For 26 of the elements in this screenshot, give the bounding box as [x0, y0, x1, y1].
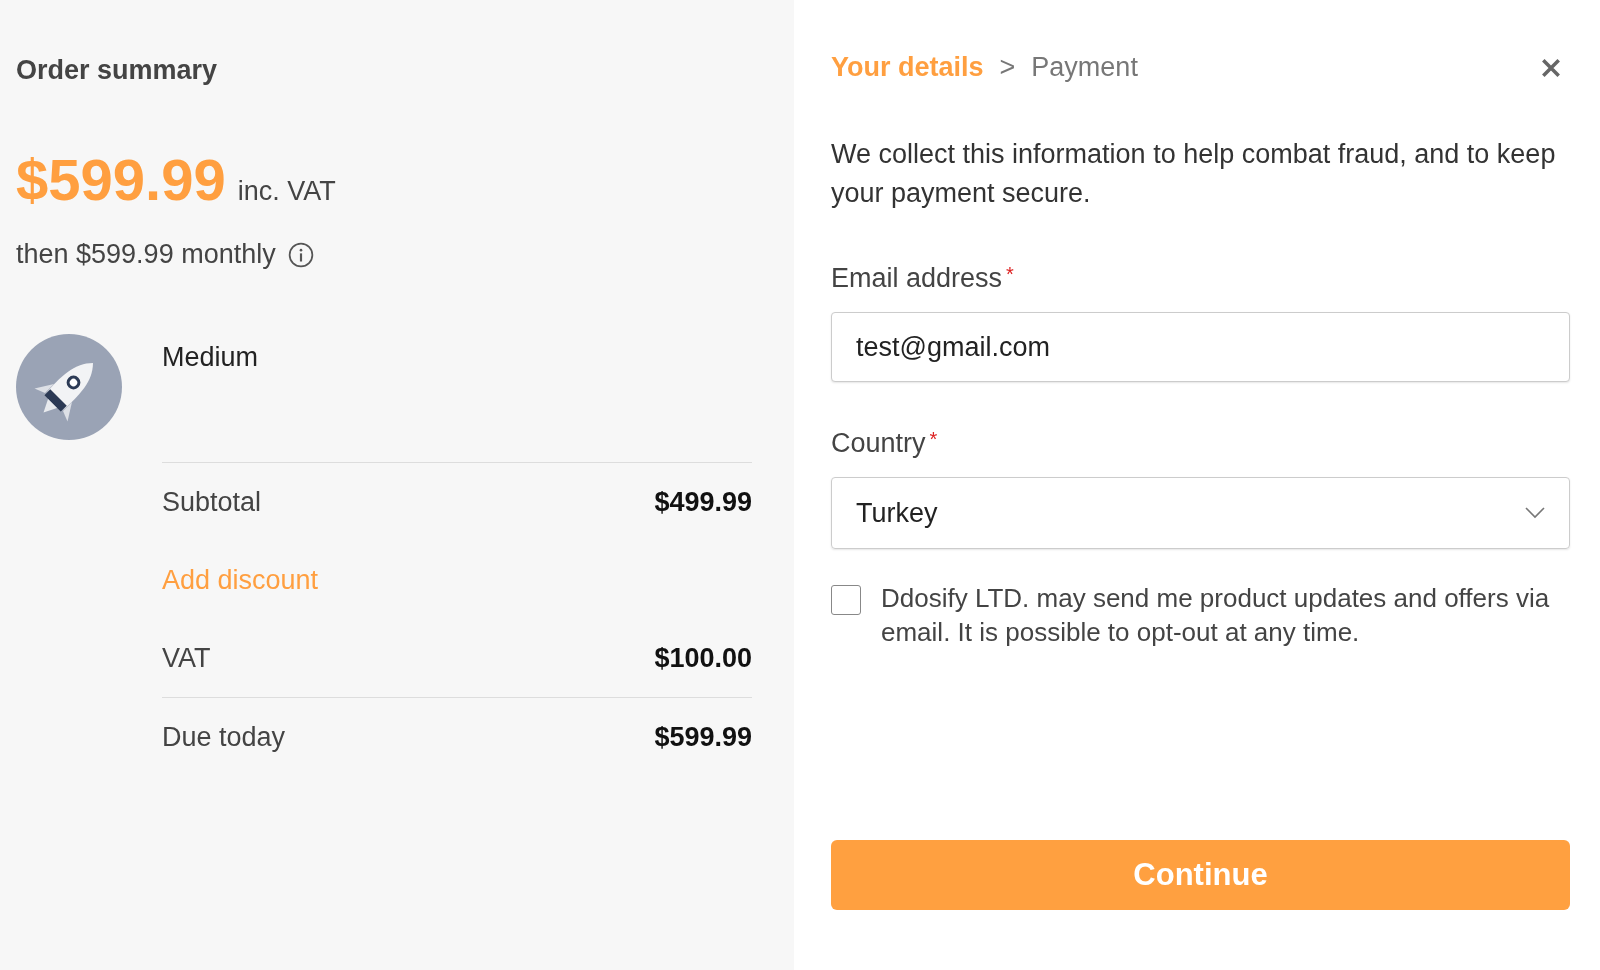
line-label: VAT	[162, 642, 211, 674]
rocket-icon	[16, 334, 122, 440]
info-icon[interactable]	[287, 241, 314, 268]
price-note: inc. VAT	[237, 176, 336, 207]
breadcrumb-separator: >	[999, 52, 1016, 83]
consent-text: Ddosify LTD. may send me product updates and offers via email. It is possible to opt-out at any time.	[881, 582, 1551, 649]
line-amount: $100.00	[654, 642, 752, 674]
country-dropdown[interactable]: Turkey	[831, 477, 1570, 549]
line-label: Subtotal	[162, 486, 262, 518]
required-mark: *	[1006, 263, 1014, 285]
summary-title: Order summary	[16, 55, 219, 86]
breadcrumb-step[interactable]: Payment	[1031, 52, 1138, 83]
required-mark: *	[929, 428, 938, 450]
chevron-down-icon	[1525, 507, 1545, 519]
recurring-price: then $599.99 monthly	[16, 239, 276, 270]
field-label: Country	[831, 428, 926, 458]
line-label: Due today	[162, 721, 286, 753]
product-name: Medium	[162, 342, 260, 374]
price: $599.99	[16, 146, 226, 213]
intro-text: We collect this information to help combat fraud, and to keep your payment secure.	[831, 138, 1557, 210]
email-field[interactable]: test@gmail.com	[831, 312, 1570, 382]
line-amount: $599.99	[654, 721, 752, 753]
line-amount: $499.99	[654, 486, 752, 518]
close-icon[interactable]	[1540, 56, 1562, 79]
checkbox[interactable]	[831, 585, 861, 615]
field-label: Email address	[831, 263, 1003, 293]
